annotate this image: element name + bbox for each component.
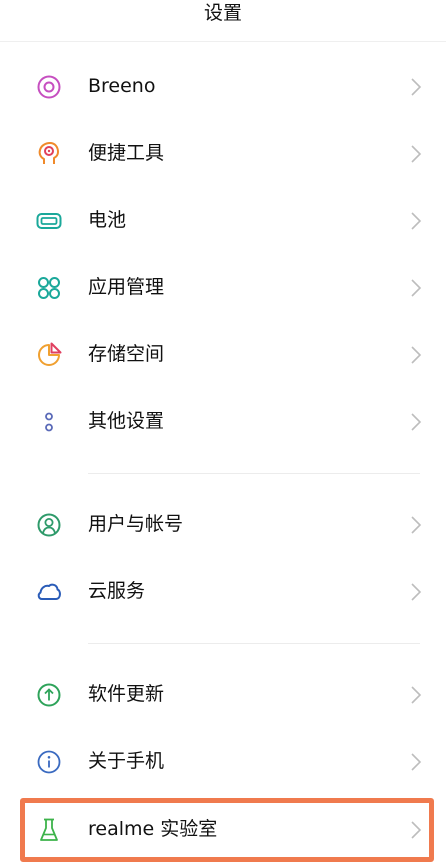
settings-item-label: 软件更新 [88, 683, 165, 705]
chevron-right-icon [410, 77, 422, 97]
settings-item-convenience-tools[interactable]: 便捷工具 [0, 120, 446, 187]
settings-item-label: 电池 [88, 209, 127, 231]
chevron-right-icon [410, 412, 422, 432]
storage-icon [36, 342, 62, 368]
about-phone-icon [36, 749, 62, 775]
section-divider [88, 643, 420, 644]
cloud-icon [36, 579, 62, 605]
other-settings-icon [36, 409, 62, 435]
settings-item-label: 云服务 [88, 580, 146, 602]
settings-item-label: 便捷工具 [88, 142, 165, 164]
chevron-right-icon [410, 752, 422, 772]
chevron-right-icon [410, 345, 422, 365]
settings-item-software-update[interactable]: 软件更新 [0, 661, 446, 728]
settings-item-other-settings[interactable]: 其他设置 [0, 388, 446, 455]
settings-item-cloud-service[interactable]: 云服务 [0, 558, 446, 625]
header-bar: 设置 [0, 0, 446, 42]
settings-item-label: 关于手机 [88, 750, 165, 772]
page-title: 设置 [203, 2, 242, 24]
chevron-right-icon [410, 278, 422, 298]
chevron-right-icon [410, 144, 422, 164]
convenience-tools-icon [36, 141, 62, 167]
settings-item-label: 存储空间 [88, 343, 165, 365]
users-accounts-icon [36, 512, 62, 538]
settings-item-breeno[interactable]: Breeno [0, 53, 446, 120]
settings-item-realme-lab[interactable]: realme 实验室 [0, 796, 446, 863]
software-update-icon [36, 682, 62, 708]
app-management-icon [36, 275, 62, 301]
settings-item-label: realme 实验室 [88, 818, 218, 840]
battery-icon [36, 208, 62, 234]
settings-item-storage[interactable]: 存储空间 [0, 321, 446, 388]
settings-item-label: 用户与帐号 [88, 513, 184, 535]
settings-item-label: Breeno [88, 75, 156, 97]
section-divider [88, 473, 420, 474]
settings-item-users-accounts[interactable]: 用户与帐号 [0, 491, 446, 558]
chevron-right-icon [410, 582, 422, 602]
lab-flask-icon [36, 817, 62, 843]
chevron-right-icon [410, 820, 422, 840]
settings-item-label: 其他设置 [88, 410, 165, 432]
settings-item-about-phone[interactable]: 关于手机 [0, 728, 446, 795]
settings-item-battery[interactable]: 电池 [0, 187, 446, 254]
chevron-right-icon [410, 211, 422, 231]
chevron-right-icon [410, 515, 422, 535]
settings-item-label: 应用管理 [88, 276, 165, 298]
chevron-right-icon [410, 685, 422, 705]
settings-item-app-management[interactable]: 应用管理 [0, 254, 446, 321]
breeno-icon [36, 74, 62, 100]
